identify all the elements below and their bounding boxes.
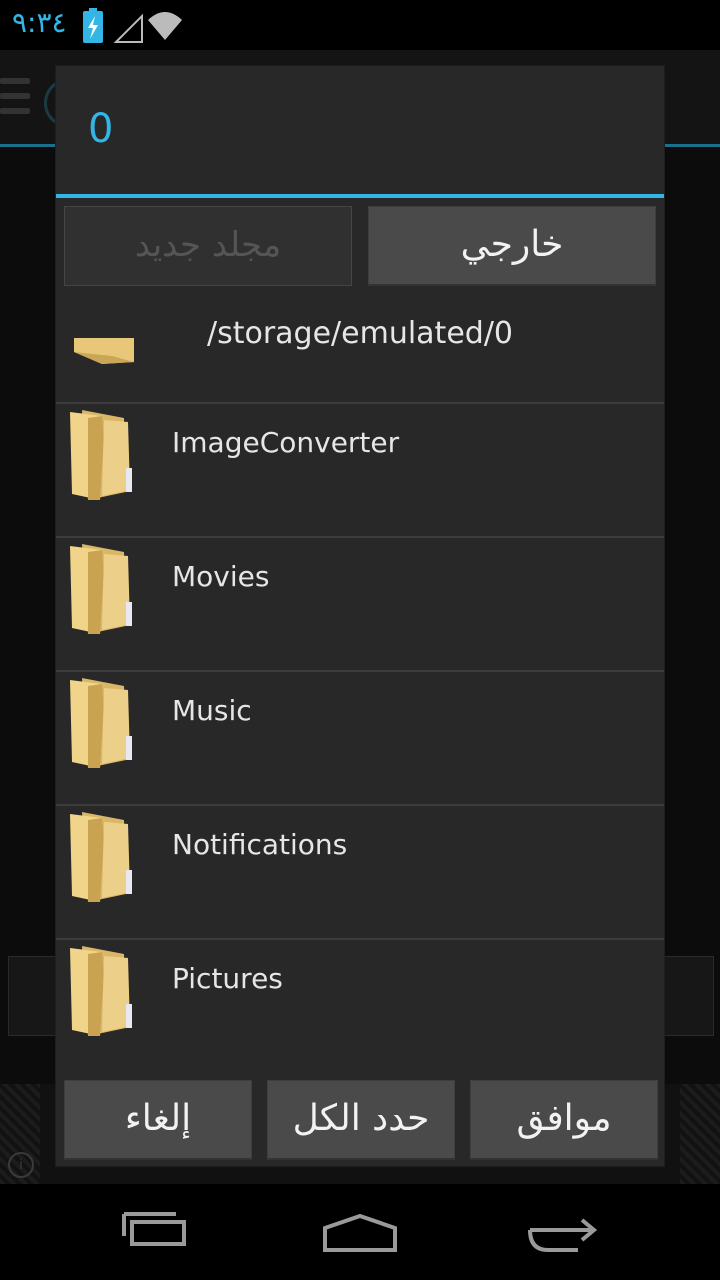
back-icon[interactable]	[518, 1204, 608, 1260]
title-divider	[56, 194, 664, 198]
folder-icon	[70, 410, 132, 500]
folder-icon	[70, 678, 132, 768]
menu-icon	[0, 78, 30, 122]
cancel-button[interactable]: إلغاء	[64, 1080, 252, 1160]
folder-row[interactable]: Movies	[56, 536, 664, 672]
status-icons	[83, 8, 182, 43]
folder-row[interactable]: Music	[56, 670, 664, 806]
dialog-title: 0	[88, 106, 114, 152]
status-time: ٩:٣٤	[12, 6, 67, 39]
folder-name: Pictures	[172, 962, 283, 995]
folder-row[interactable]: Notifications	[56, 804, 664, 940]
external-storage-button[interactable]: خارجي	[368, 206, 656, 286]
select-all-button[interactable]: حدد الكل	[267, 1080, 455, 1160]
info-icon: i	[8, 1152, 34, 1178]
folder-row[interactable]: Pictures	[56, 938, 664, 1074]
folder-name: ImageConverter	[172, 426, 400, 459]
background-field-left	[8, 956, 60, 1036]
folder-icon	[70, 544, 132, 634]
current-path: /storage/emulated/0	[206, 316, 514, 351]
battery-charging-icon	[83, 8, 103, 43]
wifi-icon	[148, 12, 182, 40]
background-field-right	[662, 956, 714, 1036]
new-folder-button[interactable]: مجلد جديد	[64, 206, 352, 286]
navigation-bar	[0, 1184, 720, 1280]
signal-empty-icon	[113, 13, 143, 43]
recent-apps-icon[interactable]	[112, 1204, 202, 1260]
folder-name: Movies	[172, 560, 270, 593]
folder-icon	[74, 338, 134, 364]
folder-icon	[70, 946, 132, 1036]
folder-row[interactable]: ImageConverter	[56, 402, 664, 538]
dialog-button-bar: إلغاء حدد الكل موافق	[56, 1080, 664, 1166]
folder-name: Notifications	[172, 828, 348, 861]
home-icon[interactable]	[315, 1204, 405, 1260]
folder-name: Music	[172, 694, 252, 727]
ok-button[interactable]: موافق	[470, 1080, 658, 1160]
folder-icon	[70, 812, 132, 902]
folder-picker-dialog: 0 مجلد جديد خارجي /storage/emulated/0 Im…	[56, 66, 664, 1166]
status-bar: ٩:٣٤	[0, 0, 720, 50]
